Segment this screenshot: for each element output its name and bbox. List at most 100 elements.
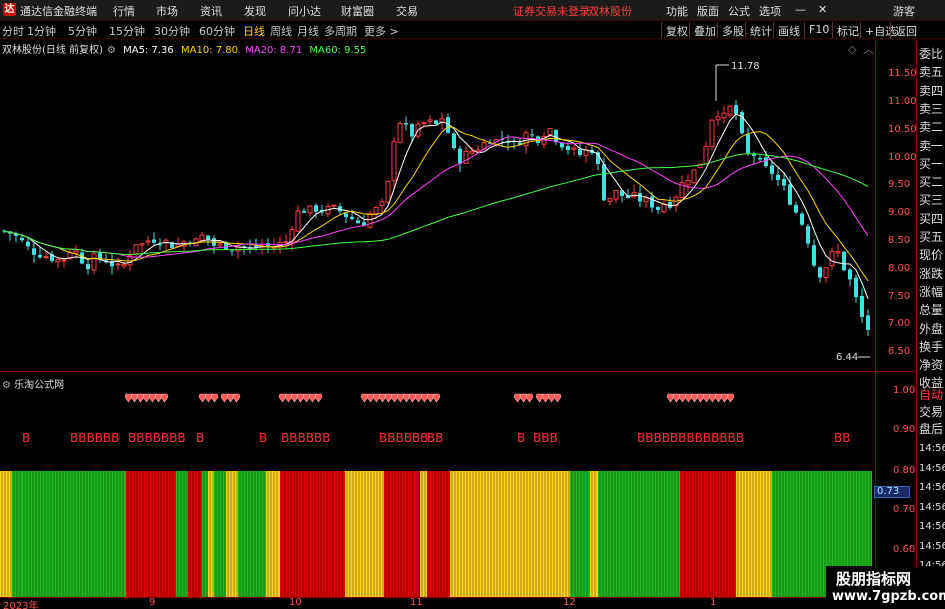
menu-market[interactable]: 市场 — [156, 3, 178, 19]
toolbar-multistock-button[interactable]: 多股 — [717, 22, 748, 38]
toolbar-mark-button[interactable]: 标记 — [832, 22, 863, 38]
candle-body — [602, 164, 606, 201]
period-button-monthly[interactable]: 月线 — [297, 23, 319, 39]
candle-body — [356, 220, 360, 224]
side-item: 买五 — [919, 230, 944, 244]
quote-side-panel: 委比 卖五 卖四 卖三 卖二 卖一 买一 买二 买三 买四 买五 现价 涨跌 涨幅 总量 外盘 换手 净资 收益 自动… — [917, 41, 945, 609]
candle-body — [469, 150, 475, 154]
menu-ask[interactable]: 问小达 — [288, 3, 321, 19]
trade-time: 14:56 — [919, 482, 945, 493]
diamond-marker-icon — [142, 393, 151, 403]
diamond-marker-icon — [726, 393, 735, 403]
settings-icon[interactable]: ⚙ — [2, 380, 11, 391]
candle-body — [794, 204, 798, 213]
diamond-marker-icon — [284, 393, 293, 403]
candle-body — [367, 213, 373, 228]
candle-body — [344, 213, 348, 218]
window-close-icon[interactable]: ✕ — [818, 3, 827, 16]
candlestick-chart[interactable]: 11.78 6.44 ◇ ︿ — [0, 41, 875, 371]
y-tick: 6.50 — [888, 346, 911, 357]
y-tick: 7.00 — [888, 318, 911, 329]
signal-band — [590, 471, 598, 597]
diamond-marker-icon — [210, 393, 219, 403]
period-button-30min[interactable]: 30分钟 — [154, 23, 190, 39]
guest-label[interactable]: 游客 — [893, 3, 915, 19]
menu-function[interactable]: 功能 — [666, 3, 688, 19]
diamond-marker-icon — [396, 393, 405, 403]
y-tick: 11.00 — [888, 96, 917, 107]
menu-discover[interactable]: 发现 — [244, 3, 266, 19]
window-minimize-icon[interactable]: — — [795, 3, 806, 16]
toolbar-stats-button[interactable]: 统计 — [745, 22, 776, 38]
period-button-weekly[interactable]: 周线 — [270, 23, 292, 39]
candle-body — [703, 145, 709, 165]
candle-body — [848, 269, 852, 280]
side-item: 净资 — [919, 358, 944, 373]
trade-time: 14:56 — [919, 443, 945, 454]
candle-body — [530, 134, 534, 136]
diamond-marker-icon — [672, 393, 681, 403]
y-tick: 8.50 — [888, 235, 911, 246]
candle-body — [283, 241, 289, 244]
candle-body — [421, 122, 427, 125]
menu-options[interactable]: 选项 — [759, 3, 781, 19]
candle-body — [650, 196, 654, 208]
side-item: 涨幅 — [919, 284, 944, 299]
menu-trade[interactable]: 交易 — [396, 3, 418, 19]
toolbar-back-button[interactable]: 返回 — [890, 22, 921, 38]
period-button-15min[interactable]: 15分钟 — [109, 23, 145, 39]
period-button-daily[interactable]: 日线 — [243, 23, 265, 39]
toolbar-draw-button[interactable]: 画线 — [773, 22, 804, 38]
period-button-intraday[interactable]: 分时 — [2, 23, 24, 39]
candle-body — [463, 151, 469, 164]
candle-body — [842, 251, 846, 271]
candle-body — [758, 158, 762, 160]
candle-body — [379, 201, 385, 207]
menu-wealth[interactable]: 财富圈 — [341, 3, 374, 19]
low-label: 6.44 — [836, 352, 858, 363]
high-label: 11.78 — [731, 61, 760, 72]
y-tick: 10.50 — [888, 124, 917, 135]
period-button-multi[interactable]: 多周期 — [324, 23, 357, 39]
login-status[interactable]: 证券交易未登录 — [513, 3, 590, 19]
menu-news[interactable]: 资讯 — [200, 3, 222, 19]
side-item: 外盘 — [919, 321, 944, 336]
period-button-1min[interactable]: 1分钟 — [27, 23, 56, 39]
candle-body — [43, 256, 49, 259]
candle-body — [776, 174, 780, 181]
toolbar-f10-button[interactable]: F10 — [804, 22, 833, 38]
candle-body — [32, 248, 36, 255]
signal-band — [420, 471, 427, 597]
diamond-marker-icon — [720, 393, 729, 403]
diamond-marker-icon — [541, 393, 550, 403]
candle-body — [145, 240, 151, 243]
x-label: 9 — [149, 597, 156, 608]
side-item: 卖二 — [919, 120, 944, 135]
menu-layout[interactable]: 版面 — [697, 3, 719, 19]
diamond-marker-icon — [390, 393, 399, 403]
side-item[interactable]: 交易 — [919, 403, 943, 420]
diamond-marker-icon — [384, 393, 393, 403]
toolbar-overlay-button[interactable]: 叠加 — [689, 22, 720, 38]
menu-formula[interactable]: 公式 — [728, 3, 750, 19]
period-toolbar: 分时 1分钟 5分钟 15分钟 30分钟 60分钟 日线 周线 月线 多周期 更… — [0, 21, 945, 39]
candle-body — [115, 263, 121, 266]
candle-body — [638, 193, 642, 202]
diamond-marker-icon — [432, 393, 441, 403]
buy-signal-label: BBBBBBBBBBBBB — [637, 431, 744, 445]
menu-quotes[interactable]: 行情 — [113, 3, 135, 19]
diamond-marker-icon — [136, 393, 145, 403]
side-item: 买二 — [919, 175, 944, 190]
side-item[interactable]: 自动 — [919, 386, 943, 403]
period-button-more[interactable]: 更多 > — [364, 23, 399, 39]
diamond-marker-icon — [130, 393, 139, 403]
y-tick: 0.70 — [893, 504, 916, 515]
period-button-5min[interactable]: 5分钟 — [68, 23, 97, 39]
period-button-60min[interactable]: 60分钟 — [199, 23, 235, 39]
side-item[interactable]: 盘后 — [919, 420, 943, 437]
diamond-marker-icon — [535, 393, 544, 403]
indicator-chart[interactable]: B BBBBBB BBBBBBB B B BBBBBB BBBBBBBB B BBB BBBBBB… — [0, 372, 875, 597]
toolbar-adjust-button[interactable]: 复权 — [661, 22, 692, 38]
signal-band — [22, 471, 126, 597]
candle-body — [61, 259, 67, 262]
